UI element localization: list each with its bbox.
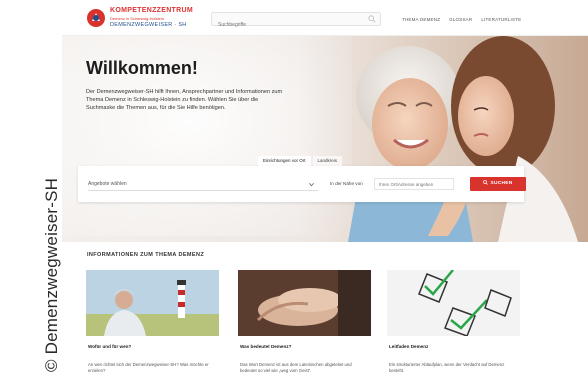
nav-thema-demenz[interactable]: THEMA DEMENZ bbox=[402, 17, 440, 22]
website: KOMPETENZZENTRUM Demenz in Schleswig-Hol… bbox=[62, 0, 588, 385]
near-label: In der Nähe von bbox=[330, 181, 363, 186]
card-image-checklist bbox=[387, 270, 520, 336]
tab-einrichtungen[interactable]: Einrichtungen vor Ort bbox=[258, 156, 311, 166]
location-input[interactable] bbox=[374, 178, 454, 190]
search-icon bbox=[483, 179, 489, 185]
search-box bbox=[211, 12, 381, 31]
search-button[interactable]: SUCHEN bbox=[470, 177, 526, 191]
tab-landkreis[interactable]: Landkreis bbox=[312, 156, 343, 166]
hero-title: Willkommen! bbox=[86, 58, 198, 78]
card-image-hands bbox=[238, 270, 371, 336]
search-button-label: SUCHEN bbox=[490, 181, 513, 186]
copyright-strip: © Demenzwegweiser-SH bbox=[0, 0, 62, 385]
card-title: Wofür und für wen? bbox=[88, 344, 132, 349]
logo-subtitle: Demenz in Schleswig-Holstein bbox=[110, 16, 165, 21]
search-icon[interactable] bbox=[368, 15, 376, 23]
search-input[interactable] bbox=[212, 19, 362, 31]
search-panel: Angebote wählen In der Nähe von SUCHEN bbox=[78, 166, 526, 202]
hero-intro: Der Demenzwegweiser-SH hilft Ihnen, Ansp… bbox=[86, 89, 283, 111]
card-image-lighthouse bbox=[86, 270, 219, 336]
offers-select-value: Angebote wählen bbox=[88, 181, 127, 187]
card-text: Das Wort Demenz ist aus dem Lateinischen… bbox=[240, 362, 352, 373]
nav-glossar[interactable]: GLOSSAR bbox=[449, 17, 472, 22]
hero: Willkommen! Der Demenzwegweiser-SH hilft… bbox=[62, 36, 588, 242]
logo-mark-icon bbox=[87, 9, 105, 27]
main-nav: THEMA DEMENZ GLOSSAR LITERATURLISTE bbox=[402, 17, 521, 22]
offers-select[interactable]: Angebote wählen bbox=[88, 177, 318, 191]
info-card[interactable]: Leitfaden Demenz Ein strukturierter Abla… bbox=[387, 270, 520, 385]
card-text: Ein strukturierter Ablaufplan, wenn der … bbox=[389, 362, 505, 373]
logo-title: KOMPETENZZENTRUM bbox=[110, 7, 193, 14]
info-card[interactable]: Was bedeutet Demenz? Das Wort Demenz ist… bbox=[238, 270, 371, 385]
hero-photo bbox=[298, 36, 588, 242]
nav-literaturliste[interactable]: LITERATURLISTE bbox=[481, 17, 521, 22]
card-title: Leitfaden Demenz bbox=[389, 344, 429, 349]
logo[interactable]: KOMPETENZZENTRUM Demenz in Schleswig-Hol… bbox=[86, 6, 198, 32]
logo-brand: DEMENZWEGWEISER · SH bbox=[110, 22, 187, 28]
card-text: An wen richtet sich der Demenzwegweiser-… bbox=[88, 362, 209, 373]
site-header: KOMPETENZZENTRUM Demenz in Schleswig-Hol… bbox=[62, 0, 588, 36]
copyright-text: © Demenzwegweiser-SH bbox=[42, 177, 61, 372]
card-title: Was bedeutet Demenz? bbox=[240, 344, 292, 349]
search-tabs: Einrichtungen vor Ort Landkreis bbox=[258, 156, 344, 166]
chevron-down-icon bbox=[309, 182, 314, 187]
info-section-title: INFORMATIONEN ZUM THEMA DEMENZ bbox=[87, 252, 205, 258]
info-card[interactable]: Wofür und für wen? An wen richtet sich d… bbox=[86, 270, 219, 385]
